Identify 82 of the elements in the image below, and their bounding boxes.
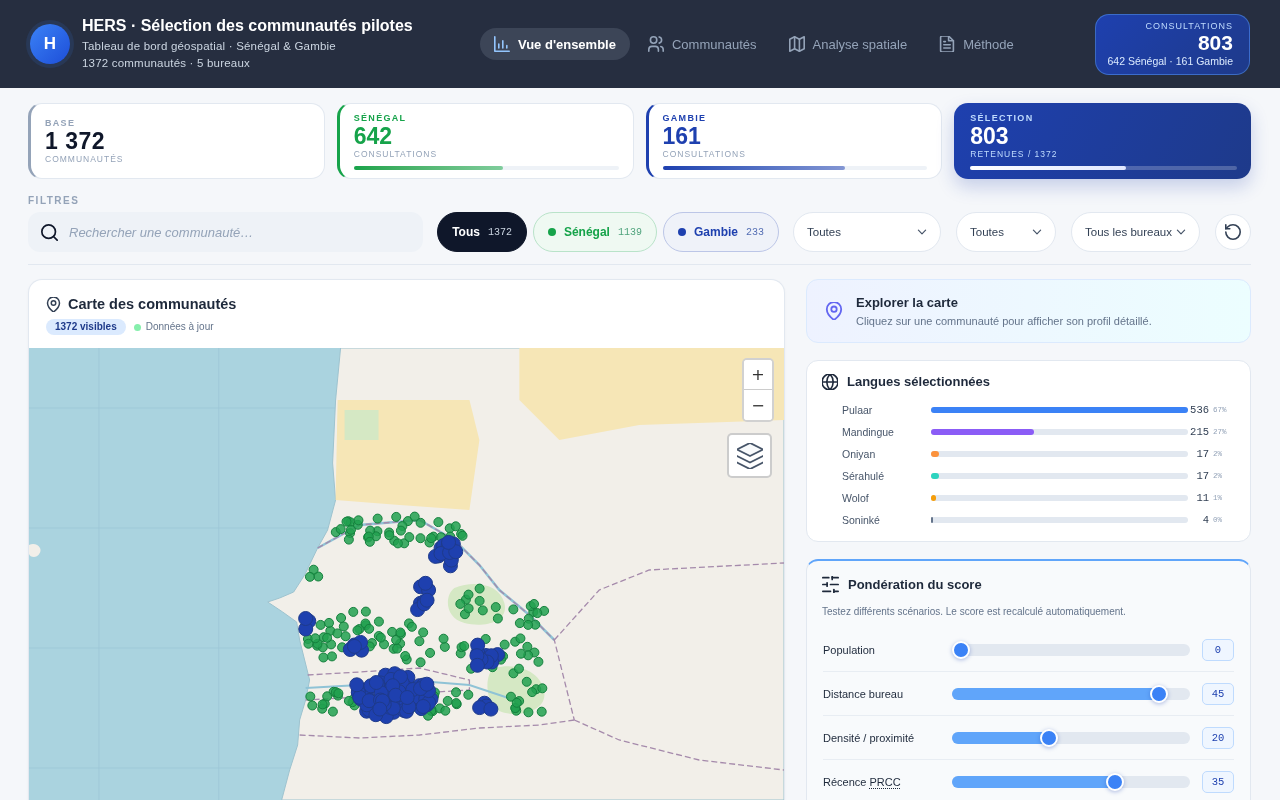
map-pin-icon bbox=[825, 302, 843, 320]
slider-thumb[interactable] bbox=[1106, 772, 1124, 791]
language-name: Mandingue bbox=[842, 426, 895, 438]
status-dot bbox=[133, 323, 141, 331]
weight-label: Densité / proximité bbox=[823, 731, 915, 744]
stat-caption: COMMUNAUTÉS bbox=[45, 153, 125, 165]
weight-value: 35 bbox=[1202, 770, 1234, 793]
language-name: Wolof bbox=[842, 492, 870, 504]
nav-tab[interactable]: Analyse spatiale bbox=[774, 28, 922, 60]
section-label: FILTRES bbox=[28, 195, 80, 206]
stat-label: GAMBIE bbox=[662, 112, 708, 124]
globe-icon bbox=[822, 374, 838, 390]
dropdown[interactable]: Tous les bureaux bbox=[1071, 212, 1200, 252]
slider-thumb[interactable] bbox=[1150, 684, 1168, 703]
stat-label: SÉNÉGAL bbox=[353, 112, 408, 124]
users-icon bbox=[647, 36, 664, 52]
stat-label: BASE bbox=[45, 117, 77, 129]
card-title: Langues sélectionnées bbox=[847, 374, 991, 390]
nav-tab[interactable]: Vue d'ensemble bbox=[479, 28, 630, 60]
dropdown[interactable]: Toutes bbox=[956, 212, 1056, 252]
language-count: 17 bbox=[1195, 448, 1210, 460]
consultations-label: CONSULTATIONS bbox=[1145, 20, 1233, 32]
stat-caption: CONSULTATIONS bbox=[662, 148, 747, 160]
weight-slider[interactable] bbox=[952, 728, 1190, 747]
stat-label: SÉLECTION bbox=[970, 112, 1035, 124]
weight-value: 0 bbox=[1202, 638, 1234, 661]
weight-slider[interactable] bbox=[952, 640, 1190, 659]
language-count: 4 bbox=[1201, 514, 1210, 526]
stat-value: 1 372 bbox=[45, 128, 107, 154]
map-title: Carte des communautés bbox=[68, 295, 237, 313]
status-text: Données à jour bbox=[145, 321, 214, 333]
search-field[interactable]: Rechercher une communauté… bbox=[28, 212, 424, 252]
weight-label: Récence PRCC bbox=[823, 775, 901, 788]
language-name: Soninké bbox=[842, 514, 881, 526]
nav-tab[interactable]: Communautés bbox=[633, 28, 771, 60]
card-description: Testez différents scénarios. Le score est recalculé automatiquement. bbox=[822, 605, 1126, 618]
zoom-in-button[interactable]: + bbox=[744, 360, 772, 390]
layers-button[interactable] bbox=[727, 433, 772, 478]
language-count: 17 bbox=[1195, 470, 1210, 482]
weight-slider[interactable] bbox=[952, 684, 1190, 703]
weight-value: 20 bbox=[1202, 726, 1234, 749]
weight-slider[interactable] bbox=[952, 772, 1190, 791]
weight-label: Distance bureau bbox=[823, 687, 904, 700]
app-title: HERS · Sélection des communautés pilotes bbox=[82, 16, 413, 36]
language-count: 536 bbox=[1189, 404, 1210, 416]
stat-caption: CONSULTATIONS bbox=[353, 148, 439, 160]
app-subtitle: Tableau de bord géospatial · Sénégal & Gambie bbox=[82, 39, 337, 54]
slider-thumb[interactable] bbox=[1040, 728, 1058, 747]
nav-tab[interactable]: Méthode bbox=[925, 28, 1028, 60]
app-summary: 1372 communautés · 5 bureaux bbox=[82, 56, 251, 71]
map-icon bbox=[788, 36, 805, 52]
sliders-icon bbox=[822, 576, 839, 593]
filter-chip[interactable]: Gambie 233 bbox=[662, 212, 779, 252]
consultations-value: 803 bbox=[1197, 31, 1233, 54]
bar-chart-icon bbox=[493, 36, 510, 52]
stat-value: 803 bbox=[970, 123, 1010, 149]
stat-value: 161 bbox=[662, 123, 702, 149]
consultations-detail: 642 Sénégal · 161 Gambie bbox=[1107, 53, 1233, 68]
stat-caption: RETENUES / 1372 bbox=[970, 148, 1059, 160]
language-count: 11 bbox=[1195, 492, 1210, 504]
info-title: Explorer la carte bbox=[856, 294, 959, 311]
map-pin-icon bbox=[46, 296, 61, 312]
logo: H bbox=[30, 24, 70, 64]
card-title: Pondération du score bbox=[848, 576, 982, 593]
search-icon bbox=[41, 223, 58, 241]
language-name: Sérahulé bbox=[842, 470, 886, 482]
slider-thumb[interactable] bbox=[952, 640, 970, 659]
document-icon bbox=[939, 36, 956, 52]
weight-label: Population bbox=[823, 643, 875, 656]
reset-icon bbox=[1225, 224, 1241, 240]
language-count: 215 bbox=[1189, 426, 1210, 438]
language-name: Pulaar bbox=[842, 404, 874, 416]
dropdown[interactable]: Toutes bbox=[793, 212, 941, 252]
stat-value: 642 bbox=[353, 123, 394, 149]
count-badge: 1372 visibles bbox=[46, 319, 126, 335]
language-name: Oniyan bbox=[842, 448, 877, 460]
layers-icon bbox=[736, 442, 763, 469]
weight-value: 45 bbox=[1202, 682, 1234, 705]
reset-button[interactable] bbox=[1215, 214, 1251, 250]
filter-chip[interactable]: Tous 1372 bbox=[437, 212, 527, 252]
info-text: Cliquez sur une communauté pour afficher son profil détaillé. bbox=[856, 313, 1152, 328]
gambia-community-markers[interactable] bbox=[298, 534, 506, 725]
